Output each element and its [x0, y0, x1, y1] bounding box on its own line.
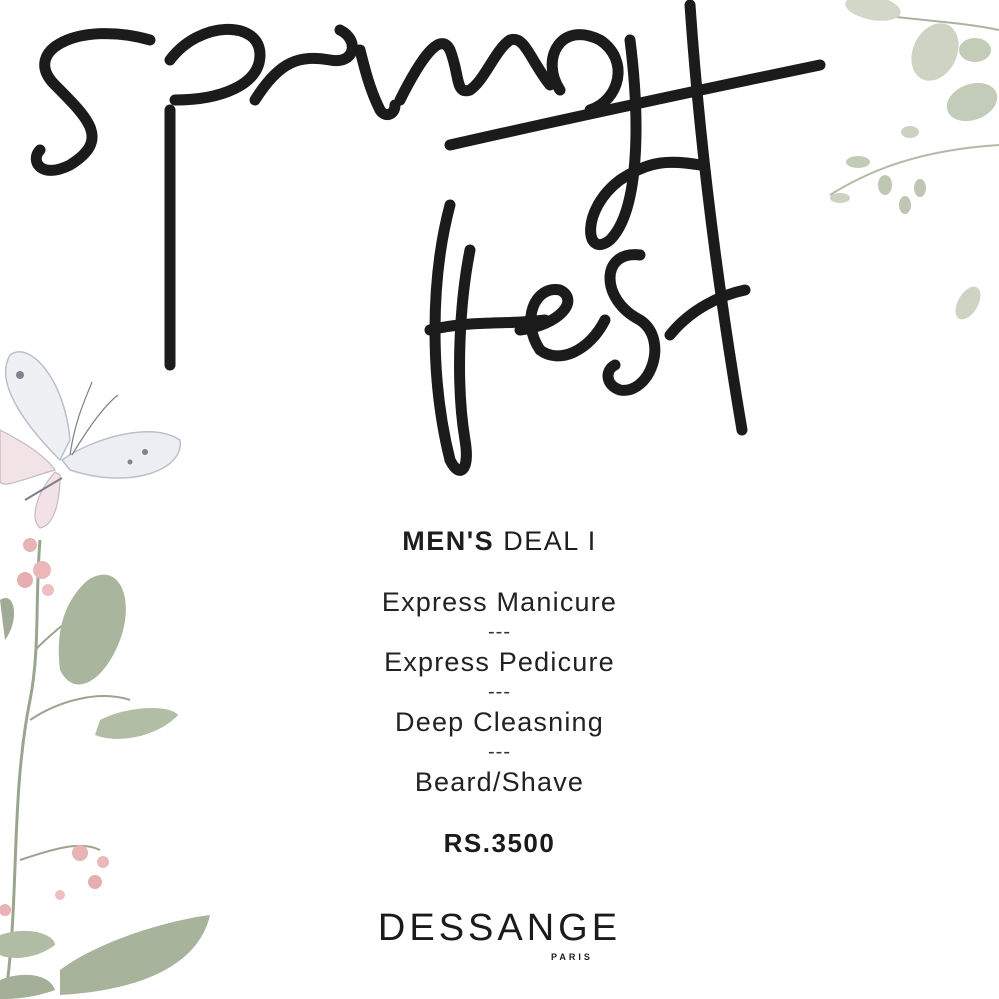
brand-subtitle: PARIS: [551, 952, 593, 962]
brand-name: DESSANGE: [377, 907, 622, 949]
service-separator: ---: [488, 681, 511, 703]
promo-poster: MEN'S DEAL I Express Manicure --- Expres…: [0, 0, 999, 999]
deal-price: RS.3500: [443, 828, 556, 858]
service-separator: ---: [488, 741, 511, 763]
brand-logo: DESSANGE PARIS: [0, 907, 999, 962]
service-item: Deep Cleasning: [395, 707, 604, 737]
deal-title-light: DEAL I: [503, 526, 597, 556]
service-separator: ---: [488, 621, 511, 643]
deal-title: MEN'S DEAL I: [0, 526, 999, 557]
services-list: Express Manicure --- Express Pedicure --…: [0, 584, 999, 800]
spring-fest-headline: [30, 0, 826, 476]
deal-title-strong: MEN'S: [402, 526, 495, 556]
service-item: Express Manicure: [381, 587, 618, 617]
service-item: Beard/Shave: [414, 767, 585, 797]
service-item: Express Pedicure: [384, 647, 615, 677]
